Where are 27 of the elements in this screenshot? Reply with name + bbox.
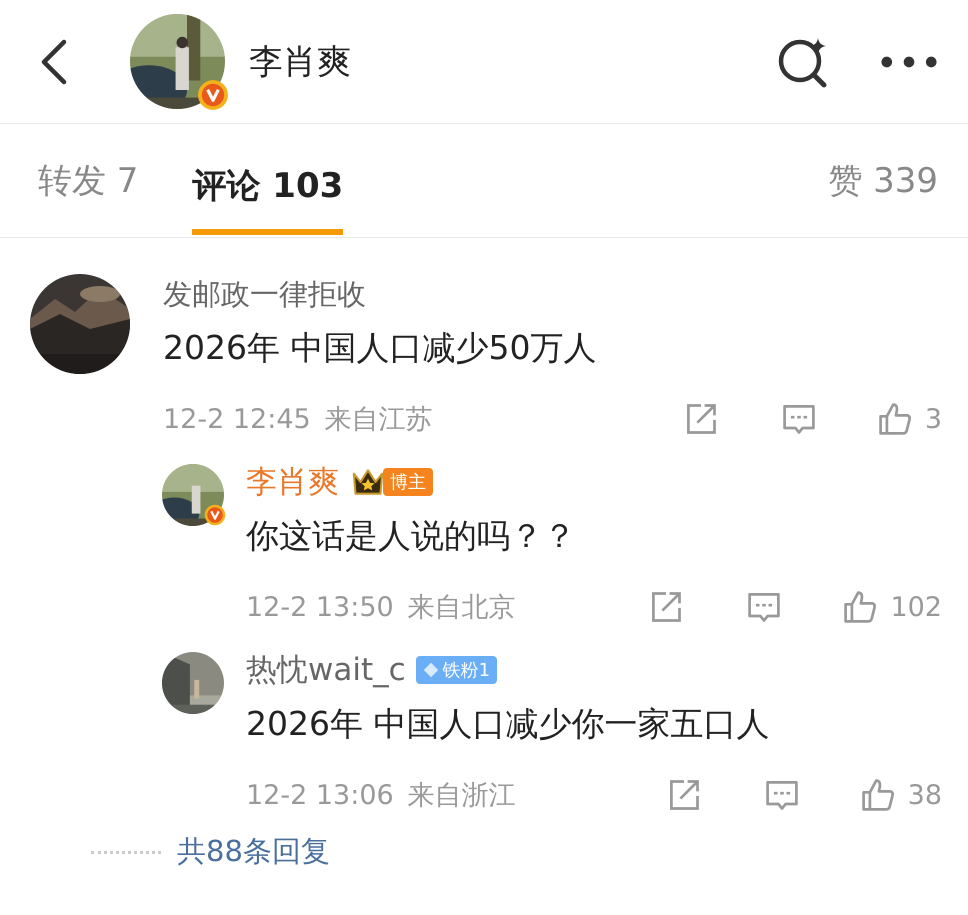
comment-text: 2026年 中国人口减少50万人 [163,327,598,369]
username[interactable]: 热忱wait_c [246,650,406,690]
like-count: 102 [890,592,942,622]
like-count: 3 [924,404,942,434]
more-icon[interactable] [880,54,938,68]
account-name: 李肖爽 [249,40,351,84]
more-replies-link[interactable]: 共88条回复 [177,832,330,872]
location: 来自北京 [408,591,516,625]
timestamp: 12-2 12:45 [163,404,311,434]
tab[interactable]: 评论 103 [192,152,344,234]
comment-text: 2026年 中国人口减少你一家五口人 [246,703,770,745]
username[interactable]: 发邮政一律拒收 [163,274,942,314]
timestamp: 12-2 13:06 [246,780,394,810]
timestamp: 12-2 13:50 [246,592,394,622]
thumbs-up-icon[interactable] [860,777,896,813]
like-count[interactable]: 赞 339 [828,148,938,214]
crown-icon [351,467,385,497]
location: 来自浙江 [408,779,516,813]
tab[interactable]: 转发 7 [38,148,138,214]
like-count: 38 [908,780,942,810]
thumbs-up-icon[interactable] [842,589,878,625]
location: 来自江苏 [324,403,433,437]
comment-text: 你这话是人说的吗？？ [246,515,577,557]
thumbs-up-icon[interactable] [876,401,913,437]
username[interactable]: 李肖爽 [246,462,339,502]
author-badge: 博主 [383,468,433,496]
fan-badge: 铁粉1 [416,656,498,684]
